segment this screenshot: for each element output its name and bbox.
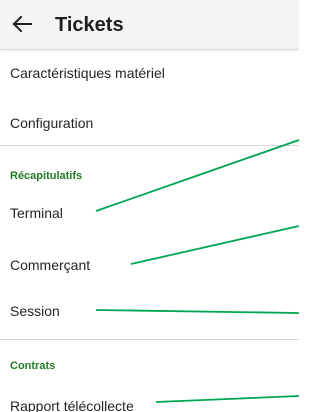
arrow-left-icon[interactable] bbox=[11, 13, 33, 35]
tickets-screen: Tickets Caractéristiques matériel Config… bbox=[0, 0, 299, 412]
section-divider bbox=[0, 145, 299, 146]
page-title: Tickets bbox=[55, 14, 124, 36]
menu-item-terminal[interactable]: Terminal bbox=[0, 190, 299, 236]
menu-item-hardware-characteristics[interactable]: Caractéristiques matériel bbox=[0, 50, 299, 96]
section-header-contracts: Contrats bbox=[10, 360, 56, 372]
menu-item-remote-collection-report[interactable]: Rapport télécollecte bbox=[0, 383, 299, 412]
app-bar: Tickets bbox=[0, 0, 299, 50]
menu-item-configuration[interactable]: Configuration bbox=[0, 100, 299, 146]
menu-item-session[interactable]: Session bbox=[0, 288, 299, 334]
section-header-recaps: Récapitulatifs bbox=[10, 170, 83, 182]
section-divider bbox=[0, 339, 299, 340]
menu-item-merchant[interactable]: Commerçant bbox=[0, 242, 299, 288]
